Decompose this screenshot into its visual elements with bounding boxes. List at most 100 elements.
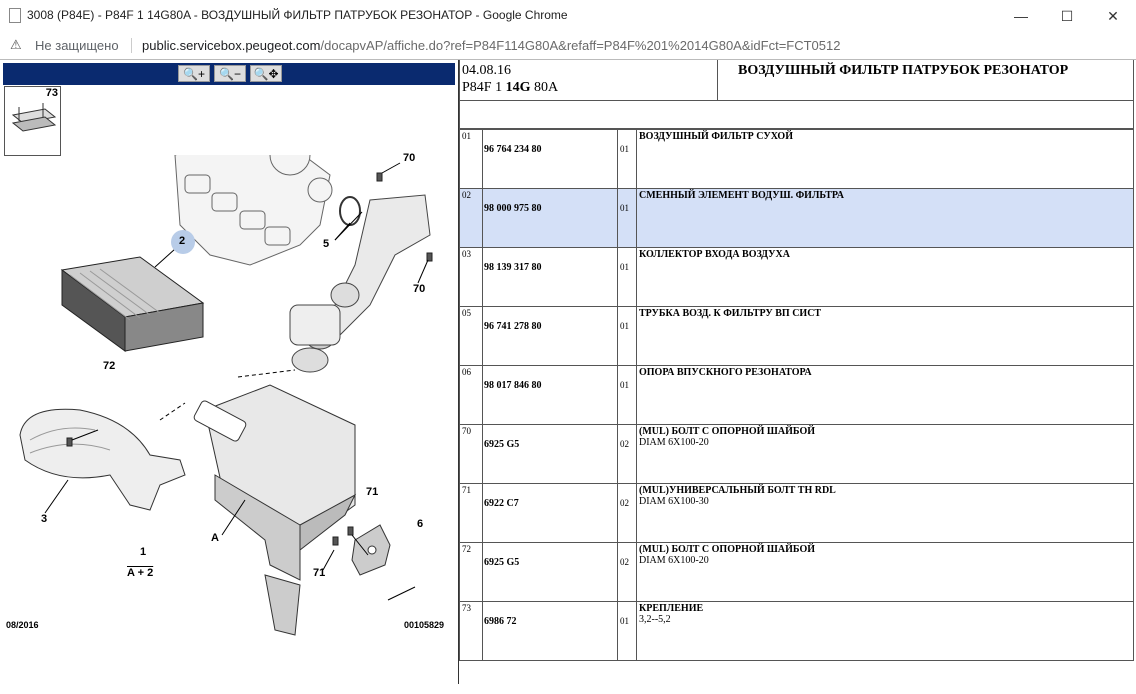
- maximize-button[interactable]: ☐: [1044, 0, 1090, 32]
- part-description-cell[interactable]: КОЛЛЕКТОР ВХОДА ВОЗДУХА: [636, 247, 1134, 307]
- thumbnail-73[interactable]: 73: [4, 86, 61, 156]
- zoom-pan-button[interactable]: 🔍✥: [250, 65, 282, 82]
- page-icon: [9, 8, 21, 23]
- close-button[interactable]: ✕: [1090, 0, 1136, 32]
- header-title: ВОЗДУШНЫЙ ФИЛЬТР ПАТРУБОК РЕЗОНАТОР: [738, 63, 1069, 78]
- part-description-cell[interactable]: (MUL) БОЛТ С ОПОРНОЙ ШАЙБОЙ DIAM 6X100-20: [636, 542, 1134, 602]
- callout-A[interactable]: A: [211, 532, 219, 544]
- part-spec: DIAM 6X100-20: [639, 437, 709, 448]
- part-description: СМЕННЫЙ ЭЛЕМЕНТ ВОДУШ. ФИЛЬТРА: [639, 190, 844, 201]
- window-title: 3008 (P84E) - P84F 1 14G80A - ВОЗДУШНЫЙ …: [27, 8, 568, 22]
- url-path: /docapvAP/affiche.do?ref=P84F114G80A&ref…: [320, 38, 841, 53]
- part-qty: 02: [617, 483, 637, 543]
- part-number[interactable]: 98 000 975 80: [482, 188, 618, 248]
- bracket-drawing: [351, 524, 391, 576]
- callout-1[interactable]: 1: [140, 546, 146, 558]
- part-description-cell[interactable]: СМЕННЫЙ ЭЛЕМЕНТ ВОДУШ. ФИЛЬТРА: [636, 188, 1134, 248]
- part-ref: 01: [459, 129, 483, 189]
- part-row[interactable]: 03 98 139 317 80 01 КОЛЛЕКТОР ВХОДА ВОЗДУХА: [459, 247, 1134, 307]
- part-description-cell[interactable]: ТРУБКА ВОЗД. К ФИЛЬТРУ ВП СИСТ: [636, 306, 1134, 366]
- header-code: P84F 1 14G 80A: [462, 80, 558, 96]
- zoom-toolbar: 🔍+ 🔍− 🔍✥: [3, 63, 455, 85]
- filter-element-drawing: [60, 256, 205, 352]
- callout-5[interactable]: 5: [323, 238, 329, 250]
- part-row[interactable]: 02 98 000 975 80 01 СМЕННЫЙ ЭЛЕМЕНТ ВОДУШ. …: [459, 188, 1134, 248]
- part-qty: 02: [617, 424, 637, 484]
- callout-2[interactable]: 2: [179, 235, 185, 247]
- part-qty: 01: [617, 129, 637, 189]
- header-code-bold: 14G: [505, 80, 531, 95]
- exploded-parts-diagram: [19, 155, 433, 636]
- part-description: (MUL) БОЛТ С ОПОРНОЙ ШАЙБОЙ: [639, 426, 816, 437]
- part-number[interactable]: 96 741 278 80: [482, 306, 618, 366]
- part-description-cell[interactable]: (MUL) БОЛТ С ОПОРНОЙ ШАЙБОЙ DIAM 6X100-20: [636, 424, 1134, 484]
- callout-A-plus-2[interactable]: A + 2: [127, 567, 153, 579]
- callout-71-bottom[interactable]: 71: [313, 567, 325, 579]
- diagram-date: 08/2016: [6, 620, 39, 630]
- part-qty: 01: [617, 365, 637, 425]
- part-ref: 70: [459, 424, 483, 484]
- part-ref: 02: [459, 188, 483, 248]
- part-row[interactable]: 72 6925 G5 02 (MUL) БОЛТ С ОПОРНОЙ ШАЙБОЙ DI…: [459, 542, 1134, 602]
- zoom-in-button[interactable]: 🔍+: [178, 65, 210, 82]
- part-description: КОЛЛЕКТОР ВХОДА ВОЗДУХА: [639, 249, 790, 260]
- minimize-button[interactable]: —: [998, 0, 1044, 32]
- parts-pane: 04.08.16 P84F 1 14G 80A ВОЗДУШНЫЙ ФИЛЬТР…: [459, 60, 1136, 694]
- part-number[interactable]: 98 017 846 80: [482, 365, 618, 425]
- header-date: 04.08.16: [462, 63, 511, 78]
- url-host: public.servicebox.peugeot.com: [142, 38, 321, 53]
- part-row[interactable]: 06 98 017 846 80 01 ОПОРА ВПУСКНОГО РЕЗОНАТ…: [459, 365, 1134, 425]
- part-number[interactable]: 6922 C7: [482, 483, 618, 543]
- url-text[interactable]: public.servicebox.peugeot.com/docapvAP/a…: [142, 38, 840, 53]
- callout-3[interactable]: 3: [41, 513, 47, 525]
- part-qty: 01: [617, 188, 637, 248]
- air-box-drawing: [193, 384, 357, 636]
- part-qty: 01: [617, 247, 637, 307]
- part-row[interactable]: 01 96 764 234 80 01 ВОЗДУШНЫЙ ФИЛЬТР СУХОЙ: [459, 129, 1134, 189]
- address-bar[interactable]: ⚠ Не защищено public.servicebox.peugeot.…: [0, 32, 1136, 59]
- part-spec: DIAM 6X100-20: [639, 555, 709, 566]
- parts-header: 04.08.16 P84F 1 14G 80A ВОЗДУШНЫЙ ФИЛЬТР…: [459, 60, 1134, 101]
- security-label[interactable]: Не защищено: [35, 38, 119, 53]
- part-description-cell[interactable]: ВОЗДУШНЫЙ ФИЛЬТР СУХОЙ: [636, 129, 1134, 189]
- parts-table: 01 96 764 234 80 01 ВОЗДУШНЫЙ ФИЛЬТР СУХОЙ 0…: [459, 129, 1134, 661]
- header-divider: [717, 60, 718, 100]
- part-description: (MUL) БОЛТ С ОПОРНОЙ ШАЙБОЙ: [639, 544, 816, 555]
- part-ref: 03: [459, 247, 483, 307]
- part-number[interactable]: 96 764 234 80: [482, 129, 618, 189]
- callout-70-top[interactable]: 70: [403, 152, 415, 164]
- address-divider: [131, 38, 132, 53]
- part-row[interactable]: 73 6986 72 01 КРЕПЛЕНИЕ 3,2--5,2: [459, 601, 1134, 661]
- part-number[interactable]: 6925 G5: [482, 542, 618, 602]
- thumbnail-label: 73: [45, 87, 58, 99]
- header-code-suffix: 80A: [530, 80, 559, 95]
- diagram-pane: 🔍+ 🔍− 🔍✥ 73 2 70 5 70 72 3 A 71 6 71 1 A…: [0, 60, 459, 684]
- zoom-out-button[interactable]: 🔍−: [214, 65, 246, 82]
- part-description: ОПОРА ВПУСКНОГО РЕЗОНАТОРА: [639, 367, 812, 378]
- part-row[interactable]: 05 96 741 278 80 01 ТРУБКА ВОЗД. К ФИЛЬТРУ …: [459, 306, 1134, 366]
- part-spec: 3,2--5,2: [639, 614, 671, 625]
- callout-72[interactable]: 72: [103, 360, 115, 372]
- callout-6[interactable]: 6: [417, 518, 423, 530]
- warning-icon[interactable]: ⚠: [10, 37, 22, 53]
- header-blank-row: [459, 100, 1134, 129]
- part-number[interactable]: 98 139 317 80: [482, 247, 618, 307]
- part-description-cell[interactable]: (MUL)УНИВЕРСАЛЬНЫЙ БОЛТ TH RDL DIAM 6X100…: [636, 483, 1134, 543]
- o-ring-drawing: [339, 196, 361, 226]
- diagram-number: 00105829: [404, 620, 445, 630]
- resonator-drawing: [289, 304, 341, 373]
- part-description-cell[interactable]: КРЕПЛЕНИЕ 3,2--5,2: [636, 601, 1134, 661]
- part-description: КРЕПЛЕНИЕ: [639, 603, 704, 614]
- window-titlebar: 3008 (P84E) - P84F 1 14G80A - ВОЗДУШНЫЙ …: [0, 0, 1136, 33]
- part-number[interactable]: 6986 72: [482, 601, 618, 661]
- part-row[interactable]: 71 6922 C7 02 (MUL)УНИВЕРСАЛЬНЫЙ БОЛТ TH RD…: [459, 483, 1134, 543]
- part-description: ВОЗДУШНЫЙ ФИЛЬТР СУХОЙ: [639, 131, 793, 142]
- part-row[interactable]: 70 6925 G5 02 (MUL) БОЛТ С ОПОРНОЙ ШАЙБОЙ DI…: [459, 424, 1134, 484]
- part-description: ТРУБКА ВОЗД. К ФИЛЬТРУ ВП СИСТ: [639, 308, 822, 319]
- part-ref: 72: [459, 542, 483, 602]
- callout-71-top[interactable]: 71: [366, 486, 378, 498]
- header-code-prefix: P84F 1: [462, 80, 506, 95]
- part-number[interactable]: 6925 G5: [482, 424, 618, 484]
- callout-70-bottom[interactable]: 70: [413, 283, 425, 295]
- part-description-cell[interactable]: ОПОРА ВПУСКНОГО РЕЗОНАТОРА: [636, 365, 1134, 425]
